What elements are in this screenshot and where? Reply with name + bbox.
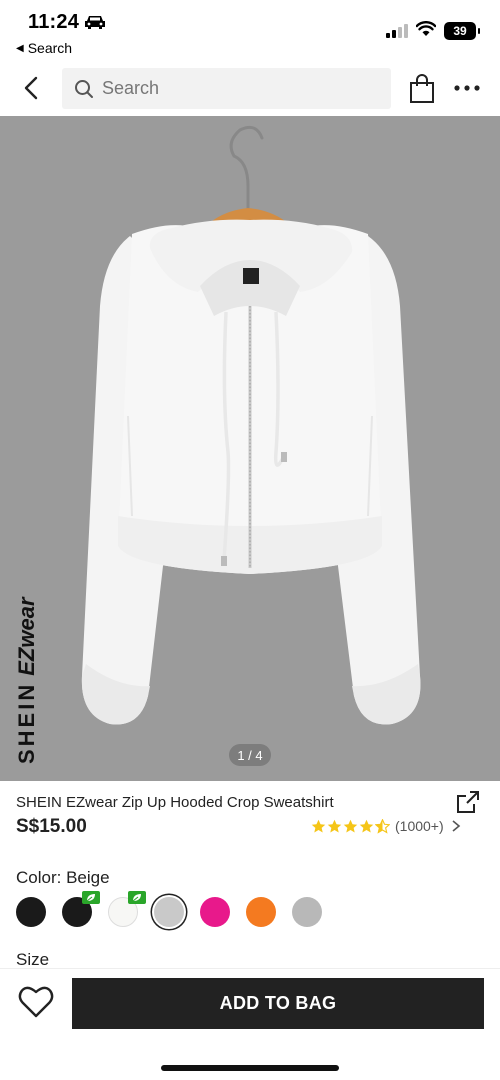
signal-icon [386, 24, 408, 38]
size-label: Size [16, 950, 50, 969]
more-dots-icon[interactable] [452, 78, 482, 98]
rating-count: (1000+) [395, 818, 444, 834]
image-page-indicator: 1 / 4 [229, 744, 271, 766]
add-to-bag-button[interactable]: ADD TO BAG [72, 978, 484, 1029]
shopping-bag-icon[interactable] [408, 74, 436, 104]
search-icon [75, 79, 93, 98]
home-indicator [161, 1065, 339, 1071]
back-to-search-app[interactable]: ◀ Search [16, 40, 72, 56]
color-label: Color: Beige [16, 868, 110, 887]
car-icon [85, 16, 105, 29]
product-image [81, 125, 421, 725]
color-swatch[interactable] [246, 897, 276, 927]
battery-tip [478, 28, 480, 34]
back-triangle-icon: ◀ [16, 42, 24, 54]
color-swatch[interactable] [200, 897, 230, 927]
status-time: 11:24 [28, 11, 80, 33]
back-arrow-icon[interactable] [18, 74, 46, 102]
star-icon [327, 819, 342, 832]
product-price: S$15.00 [16, 816, 87, 837]
nav-bar [0, 62, 500, 116]
brand-watermark: SHEIN EZwear [14, 597, 40, 764]
chevron-right-icon [452, 820, 460, 832]
product-title: SHEIN EZwear Zip Up Hooded Crop Sweatshi… [16, 794, 334, 811]
eco-leaf-icon [128, 891, 146, 904]
rating[interactable]: (1000+) [311, 818, 461, 834]
eco-leaf-icon [82, 891, 100, 904]
color-swatch-selected[interactable] [154, 897, 184, 927]
share-icon[interactable] [456, 790, 480, 814]
search-bar[interactable] [62, 68, 391, 109]
star-icon [359, 819, 374, 832]
battery-icon: 39 [444, 22, 476, 40]
battery-level: 39 [453, 24, 467, 38]
search-input[interactable] [102, 78, 362, 99]
brand-secondary: EZwear [14, 597, 39, 676]
wifi-icon [416, 21, 436, 36]
color-swatch[interactable] [292, 897, 322, 927]
star-icon [311, 819, 326, 832]
heart-icon[interactable] [18, 985, 54, 1019]
product-image-gallery[interactable]: SHEIN EZwear 1 / 4 [0, 116, 500, 781]
brand-primary: SHEIN [14, 681, 39, 764]
star-icon [343, 819, 358, 832]
bottom-action-bar: ADD TO BAG [0, 968, 500, 1080]
half-star-icon [375, 818, 390, 834]
status-bar: 11:24 ◀ Search 39 [0, 0, 500, 62]
color-swatch[interactable] [16, 897, 46, 927]
back-app-label: Search [27, 40, 73, 56]
